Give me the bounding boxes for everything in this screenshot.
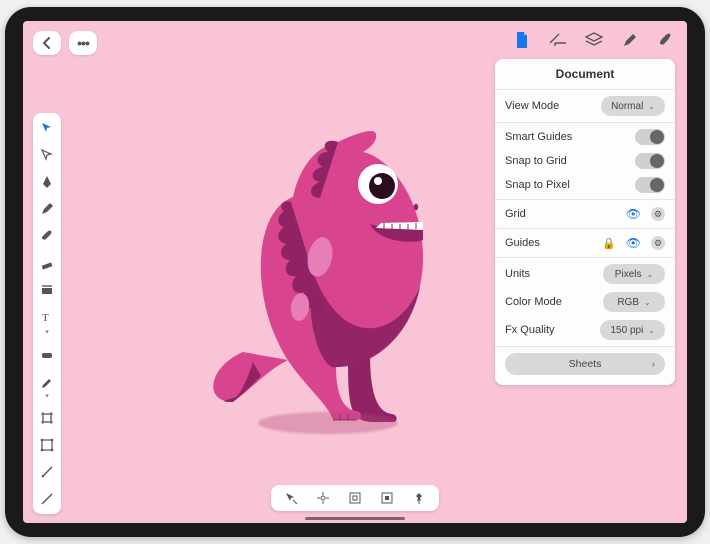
grid-visibility-icon[interactable]: 👁: [626, 207, 641, 221]
snap-grid-row: Snap to Grid: [495, 149, 675, 173]
snap-pixel-label: Snap to Pixel: [505, 179, 570, 191]
line-tool[interactable]: [38, 490, 56, 508]
smart-guides-label: Smart Guides: [505, 131, 572, 143]
eraser-tool[interactable]: [38, 254, 56, 272]
smart-guides-row: Smart Guides: [495, 125, 675, 149]
document-icon[interactable]: [513, 31, 531, 49]
ruler-icon[interactable]: [549, 31, 567, 49]
units-select[interactable]: Pixels ⌄: [603, 264, 665, 284]
sheets-button[interactable]: Sheets ›: [505, 353, 665, 375]
pencil-icon[interactable]: [621, 31, 639, 49]
artboard-tool[interactable]: [38, 409, 56, 427]
chevron-down-icon: ⌄: [646, 270, 653, 279]
move-tool[interactable]: [38, 119, 56, 137]
layers-icon[interactable]: [585, 31, 603, 49]
chevron-down-icon: ⌄: [648, 326, 655, 335]
color-picker-tool[interactable]: [38, 372, 56, 390]
grid-label: Grid: [505, 208, 526, 220]
cursor-snap-icon[interactable]: [283, 490, 299, 506]
color-mode-value: RGB: [617, 297, 639, 308]
document-panel: Document View Mode Normal⌄ Smart Guides …: [495, 59, 675, 385]
home-indicator: [305, 517, 405, 520]
shape-tool[interactable]: [38, 281, 56, 299]
guides-visibility-icon[interactable]: 👁: [626, 236, 641, 250]
guides-row: Guides 🔒 👁 ⚙: [495, 231, 675, 255]
color-mode-label: Color Mode: [505, 296, 562, 308]
view-mode-select[interactable]: Normal ⌄: [601, 96, 665, 116]
chevron-down-icon: ⌄: [644, 298, 651, 307]
dropdown-icon: ▾: [45, 392, 49, 400]
fx-quality-row: Fx Quality 150 ppi ⌄: [495, 316, 675, 344]
dino-shadow: [258, 412, 398, 434]
left-toolbar: T ▾ ▾: [33, 113, 61, 514]
bounds-on-icon[interactable]: [379, 490, 395, 506]
align-center-icon[interactable]: [315, 490, 331, 506]
fx-quality-value: 150 ppi: [610, 325, 643, 336]
color-mode-select[interactable]: RGB ⌄: [603, 292, 665, 312]
grid-row: Grid 👁 ⚙: [495, 202, 675, 226]
pin-icon[interactable]: [411, 490, 427, 506]
snap-grid-label: Snap to Grid: [505, 155, 567, 167]
sheets-label: Sheets: [569, 358, 602, 370]
panel-title: Document: [495, 59, 675, 87]
fx-quality-label: Fx Quality: [505, 324, 555, 336]
snap-pixel-toggle[interactable]: [635, 177, 665, 193]
units-value: Pixels: [615, 269, 642, 280]
brush-icon[interactable]: [657, 31, 675, 49]
svg-text:T: T: [42, 312, 49, 324]
app-screen: •••: [23, 21, 687, 523]
ipad-frame: •••: [5, 7, 705, 537]
view-mode-value: Normal: [611, 101, 643, 112]
gradient-tool[interactable]: [38, 345, 56, 363]
slice-tool[interactable]: [38, 463, 56, 481]
chevron-right-icon: ›: [652, 359, 655, 370]
grid-settings-icon[interactable]: ⚙: [651, 207, 665, 221]
view-mode-row: View Mode Normal ⌄: [495, 92, 675, 120]
units-label: Units: [505, 268, 530, 280]
canvas-artwork: [198, 102, 458, 442]
chevron-left-icon: [42, 37, 52, 49]
node-tool[interactable]: [38, 146, 56, 164]
bottom-toolbar: [271, 485, 439, 511]
snap-grid-toggle[interactable]: [635, 153, 665, 169]
brush-tool[interactable]: [38, 227, 56, 245]
bounds-off-icon[interactable]: [347, 490, 363, 506]
units-row: Units Pixels ⌄: [495, 260, 675, 288]
text-tool[interactable]: T: [38, 308, 56, 326]
pencil-tool[interactable]: [38, 200, 56, 218]
guides-label: Guides: [505, 237, 540, 249]
crop-tool[interactable]: [38, 436, 56, 454]
back-button[interactable]: [33, 31, 61, 55]
guides-settings-icon[interactable]: ⚙: [651, 236, 665, 250]
chevron-down-icon: ⌄: [648, 102, 655, 111]
pen-tool[interactable]: [38, 173, 56, 191]
top-right-icons: [513, 31, 675, 49]
color-mode-row: Color Mode RGB ⌄: [495, 288, 675, 316]
view-mode-label: View Mode: [505, 100, 559, 112]
smart-guides-toggle[interactable]: [635, 129, 665, 145]
dropdown-icon: ▾: [45, 328, 49, 336]
more-menu-button[interactable]: •••: [69, 31, 97, 55]
snap-pixel-row: Snap to Pixel: [495, 173, 675, 197]
dinosaur-illustration: [198, 102, 458, 442]
guides-lock-icon[interactable]: 🔒: [602, 237, 616, 250]
fx-quality-select[interactable]: 150 ppi ⌄: [600, 320, 665, 340]
top-left-controls: •••: [33, 31, 97, 55]
